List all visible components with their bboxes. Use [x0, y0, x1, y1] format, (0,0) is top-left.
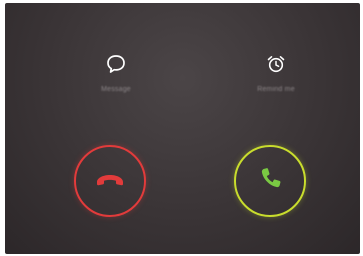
- alarm-clock-icon: [263, 51, 289, 77]
- message-bubble-icon: [103, 51, 129, 77]
- remind-me-action-label: Remind me: [257, 86, 295, 93]
- incoming-call-screen: Message Remind me: [5, 3, 360, 254]
- phone-answer-icon: [256, 165, 284, 198]
- message-action-label: Message: [101, 86, 131, 93]
- decline-call-button[interactable]: [74, 145, 146, 217]
- phone-hangup-icon: [93, 169, 127, 194]
- remind-me-action-button[interactable]: Remind me: [231, 51, 321, 111]
- message-action-button[interactable]: Message: [71, 51, 161, 111]
- answer-call-button[interactable]: [234, 145, 306, 217]
